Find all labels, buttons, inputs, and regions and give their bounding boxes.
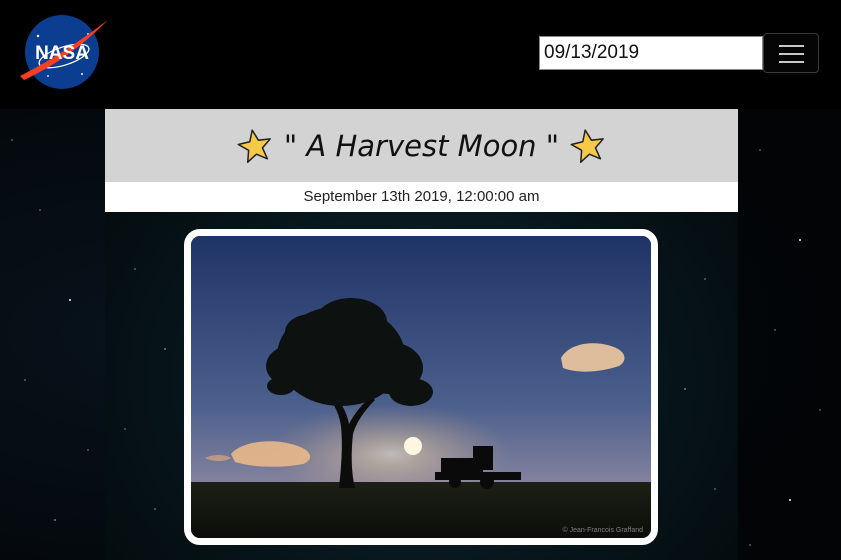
apod-card: " A Harvest Moon " September 13th 2019, …	[105, 109, 738, 560]
svg-text:NASA: NASA	[35, 43, 89, 64]
hamburger-icon-bar	[779, 45, 804, 47]
star-icon	[570, 128, 605, 163]
harvest-moon-photo	[191, 236, 651, 538]
date-picker-input[interactable]	[539, 36, 763, 70]
top-navbar: NASA	[0, 0, 841, 109]
title-bar: " A Harvest Moon "	[105, 109, 738, 182]
navbar-toggle-button[interactable]	[763, 33, 819, 73]
page-title: " A Harvest Moon "	[283, 128, 560, 163]
apod-image[interactable]: © Jean-Francois Graffand	[184, 229, 658, 545]
image-credit: © Jean-Francois Graffand	[562, 527, 643, 534]
apod-date: September 13th 2019, 12:00:00 am	[105, 182, 738, 212]
nasa-meatball-icon: NASA	[20, 15, 108, 89]
hamburger-icon-bar	[779, 61, 804, 63]
star-icon	[237, 128, 271, 163]
nasa-logo[interactable]: NASA	[18, 14, 110, 90]
hamburger-icon-bar	[779, 53, 804, 55]
